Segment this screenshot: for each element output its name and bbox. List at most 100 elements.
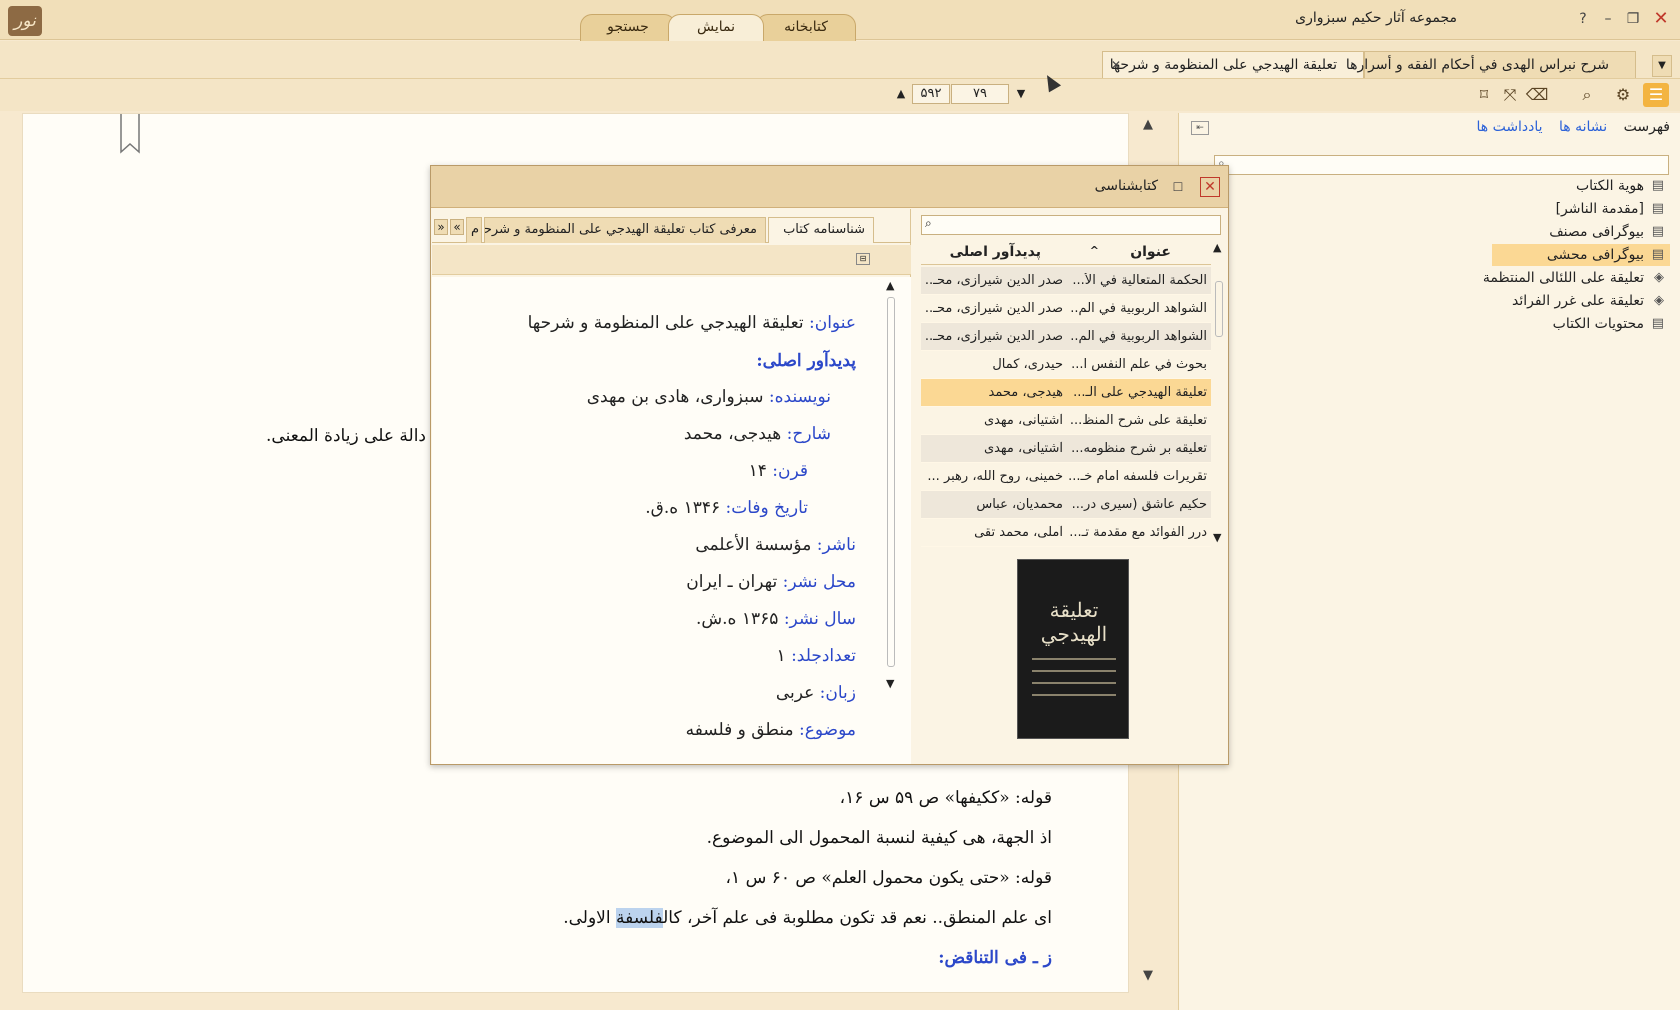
info-label: تاریخ وفات: bbox=[725, 498, 808, 518]
search-icon[interactable]: ⌕ bbox=[1574, 83, 1600, 107]
sort-icon[interactable]: ^ bbox=[1090, 244, 1099, 257]
tabs-scroll-right-icon[interactable]: « bbox=[450, 219, 464, 235]
list-item-title: تعليقة على شرح المنظ... bbox=[1069, 413, 1207, 428]
list-scrollbar[interactable]: ▲ ▼ bbox=[1213, 241, 1225, 546]
info-language: زبان: عربی bbox=[776, 683, 856, 703]
scroll-thumb[interactable] bbox=[887, 297, 895, 667]
book-search-input[interactable]: ⌕ bbox=[921, 215, 1221, 235]
prev-page-icon[interactable]: ▲ bbox=[893, 84, 909, 104]
list-item[interactable]: درر الفوائد مع مقدمة تـ... آملى، محمد تقى bbox=[921, 519, 1211, 547]
maximize-icon[interactable]: ☐ bbox=[1168, 177, 1188, 197]
toc-search-input[interactable]: ⌕ bbox=[1214, 155, 1669, 175]
app-logo-text: نور bbox=[14, 11, 36, 31]
scroll-thumb[interactable] bbox=[1215, 281, 1223, 337]
tabs-scroll-left-icon[interactable]: » bbox=[434, 219, 448, 235]
info-tabs: » « م معرفی کتاب تعليقة الهيدجي على المنظ… bbox=[432, 215, 911, 243]
cover-decoration bbox=[1032, 658, 1116, 660]
bookmark-icon[interactable] bbox=[118, 114, 142, 154]
list-item[interactable]: الشواهد الربوبية في الم... صدر الدين شيرا… bbox=[921, 323, 1211, 351]
minimize-icon[interactable]: – bbox=[1597, 8, 1619, 30]
tab-notes[interactable]: یادداشت ها bbox=[1476, 119, 1542, 135]
book-icon: ◈ bbox=[1654, 293, 1664, 308]
list-item-title: تعليقة الهيدجي على الـ... bbox=[1073, 385, 1207, 400]
list-item-creator: محمديان، عباس bbox=[976, 497, 1063, 512]
list-item-title: حكيم عاشق (سيرى در... bbox=[1071, 497, 1207, 512]
toc-item[interactable]: ▤ [مقدمة الناشر] bbox=[1556, 198, 1670, 220]
list-item[interactable]: بحوث في علم النفس ا... حيدرى، كمال bbox=[921, 351, 1211, 379]
list-item-creator: صدر الدين شيرازى، محـ... bbox=[925, 301, 1063, 316]
doc-tab-label: تعليقة الهيدجي على المنظومة و شرحها bbox=[1109, 57, 1337, 73]
info-label: سال نشر: bbox=[783, 609, 856, 629]
list-item-creator: خمينى، روح الله، رهبر ... bbox=[927, 469, 1063, 484]
side-panel: ⇤ فهرست نشانه ها یادداشت ها ⌕ ▤ هوية الكت… bbox=[1178, 113, 1680, 1010]
list-item[interactable]: حكيم عاشق (سيرى در... محمديان، عباس bbox=[921, 491, 1211, 519]
help-icon[interactable]: ? bbox=[1572, 8, 1594, 30]
info-label: عنوان: bbox=[809, 313, 856, 333]
scroll-up-icon[interactable]: ▲ bbox=[886, 279, 894, 292]
doc-tab[interactable]: شرح نبراس الهدى في أحكام الفقه و أسرارها bbox=[1346, 51, 1636, 78]
page-number-input[interactable]: ۷۹ bbox=[951, 84, 1009, 104]
info-century: قرن: ۱۴ bbox=[749, 461, 808, 481]
info-scrollbar[interactable]: ▲ ▼ bbox=[884, 279, 898, 699]
fullscreen-icon[interactable]: ⤧ bbox=[1497, 83, 1523, 107]
doc-tab-active[interactable]: تعليقة الهيدجي على المنظومة و شرحها ✕ bbox=[1102, 51, 1364, 78]
info-value: ۱۴ bbox=[748, 461, 767, 481]
tab-book-intro[interactable]: معرفی کتاب تعليقة الهيدجي على المنظومة و… bbox=[484, 217, 766, 243]
info-volumes: تعدادجلد: ۱ bbox=[777, 646, 856, 666]
close-dialog-icon[interactable]: ✕ bbox=[1200, 177, 1220, 197]
dialog-title-bar[interactable]: کتابشناسی ☐ ✕ bbox=[431, 166, 1228, 208]
close-icon[interactable]: ✕ bbox=[1650, 8, 1672, 30]
tab-display[interactable]: نمایش bbox=[668, 14, 764, 41]
reader-line: دالة على زيادة المعنى. bbox=[266, 426, 426, 446]
list-item[interactable]: تقريرات فلسفه امام خـ... خمينى، روح الله،… bbox=[921, 463, 1211, 491]
column-creator[interactable]: پدیدآور اصلی bbox=[950, 244, 1041, 260]
reader-line-highlighted: اى علم المنطق.. نعم قد تكون مطلوبة فى عل… bbox=[563, 908, 1052, 928]
toc-list-icon[interactable]: ☰ bbox=[1643, 83, 1669, 107]
copy-icon[interactable]: ⊟ bbox=[856, 253, 870, 265]
info-label: محل نشر: bbox=[782, 572, 856, 592]
bibliography-dialog: کتابشناسی ☐ ✕ ⌕ عنوان ^ پدیدآور اصلی الح… bbox=[430, 165, 1229, 765]
bookmark-add-icon[interactable]: ⌑ bbox=[1471, 83, 1497, 107]
section-heading: ز ـ فى التناقض: bbox=[938, 948, 1052, 968]
scroll-down-icon[interactable]: ▼ bbox=[1213, 531, 1221, 544]
info-value: تعليقة الهيدجي على المنظومة و شرحها bbox=[527, 313, 804, 333]
list-item-selected[interactable]: تعليقة الهيدجي على الـ... هيدجى، محمد bbox=[921, 379, 1211, 407]
list-item-creator: آشتيانى، مهدى bbox=[983, 413, 1063, 428]
toc-item[interactable]: ◈ تعليقة على اللئالى المنتظمة bbox=[1483, 267, 1670, 289]
scroll-down-icon[interactable]: ▼ bbox=[1143, 968, 1153, 983]
tab-bookmarks[interactable]: نشانه ها bbox=[1559, 119, 1607, 135]
list-item[interactable]: الشواهد الربوبية في الم... صدر الدين شيرا… bbox=[921, 295, 1211, 323]
tabs-dropdown-icon[interactable]: ▼ bbox=[1652, 55, 1672, 77]
tab-book-id[interactable]: شناسنامه کتاب bbox=[768, 217, 874, 243]
scroll-up-icon[interactable]: ▲ bbox=[1143, 117, 1153, 132]
restore-icon[interactable]: ❐ bbox=[1622, 8, 1644, 30]
toc-item[interactable]: ◈ تعليقة على غرر الفرائد bbox=[1512, 290, 1670, 312]
page-icon: ▤ bbox=[1651, 224, 1664, 239]
toc-item-label: هوية الكتاب bbox=[1575, 178, 1644, 194]
gear-icon[interactable]: ⚙ bbox=[1610, 83, 1636, 107]
list-item[interactable]: تعليقه بر شرح منظومه... آشتيانى، مهدى bbox=[921, 435, 1211, 463]
info-value: مؤسسة الأعلمی bbox=[695, 535, 812, 555]
next-page-icon[interactable]: ▼ bbox=[1013, 84, 1029, 104]
tab-toc[interactable]: فهرست bbox=[1624, 119, 1670, 135]
info-value: ۱ bbox=[776, 646, 786, 666]
tab-more[interactable]: م bbox=[466, 217, 482, 243]
info-death-date: تاریخ وفات: ۱۳۴۶ ه.ق. bbox=[645, 498, 808, 518]
info-year: سال نشر: ۱۳۶۵ ه.ش. bbox=[696, 609, 856, 629]
toc-item[interactable]: ▤ محتويات الكتاب bbox=[1553, 313, 1670, 335]
eraser-icon[interactable]: ⌫ bbox=[1524, 83, 1550, 107]
collapse-panel-icon[interactable]: ⇤ bbox=[1191, 121, 1209, 135]
toc-item[interactable]: ▤ هوية الكتاب bbox=[1576, 175, 1670, 197]
column-title[interactable]: عنوان bbox=[1130, 244, 1171, 260]
tab-library[interactable]: کتابخانه bbox=[756, 14, 856, 41]
scroll-up-icon[interactable]: ▲ bbox=[1213, 241, 1221, 254]
list-item[interactable]: الحكمة المتعالية في الأ... صدر الدين شيرا… bbox=[921, 267, 1211, 295]
close-tab-icon[interactable]: ✕ bbox=[1111, 52, 1121, 78]
toc-item-selected[interactable]: ▤ بیوگرافی محشی bbox=[1492, 244, 1670, 266]
search-icon: ⌕ bbox=[925, 216, 932, 230]
list-item[interactable]: تعليقة على شرح المنظ... آشتيانى، مهدى bbox=[921, 407, 1211, 435]
scroll-down-icon[interactable]: ▼ bbox=[886, 677, 894, 690]
toc-item[interactable]: ▤ بیوگرافی مصنف bbox=[1549, 221, 1670, 243]
document-tabs: تعليقة الهيدجي على المنظومة و شرحها ✕ شر… bbox=[0, 41, 1680, 79]
tab-search[interactable]: جستجو bbox=[580, 14, 676, 41]
